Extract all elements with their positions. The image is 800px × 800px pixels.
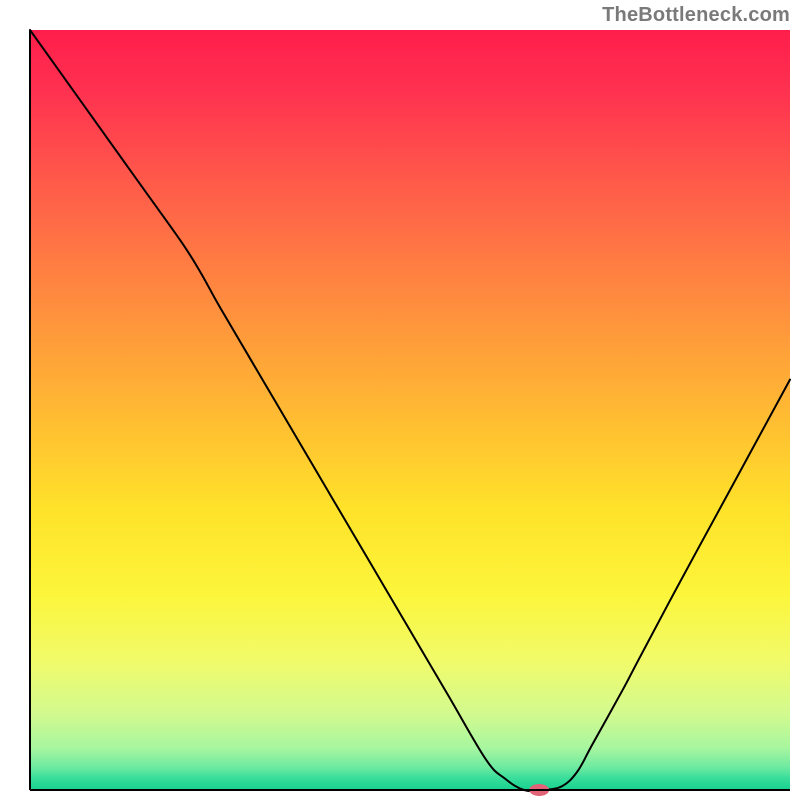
bottleneck-chart (0, 0, 800, 800)
gradient-background (30, 30, 790, 790)
chart-container: TheBottleneck.com (0, 0, 800, 800)
watermark-text: TheBottleneck.com (602, 4, 790, 27)
